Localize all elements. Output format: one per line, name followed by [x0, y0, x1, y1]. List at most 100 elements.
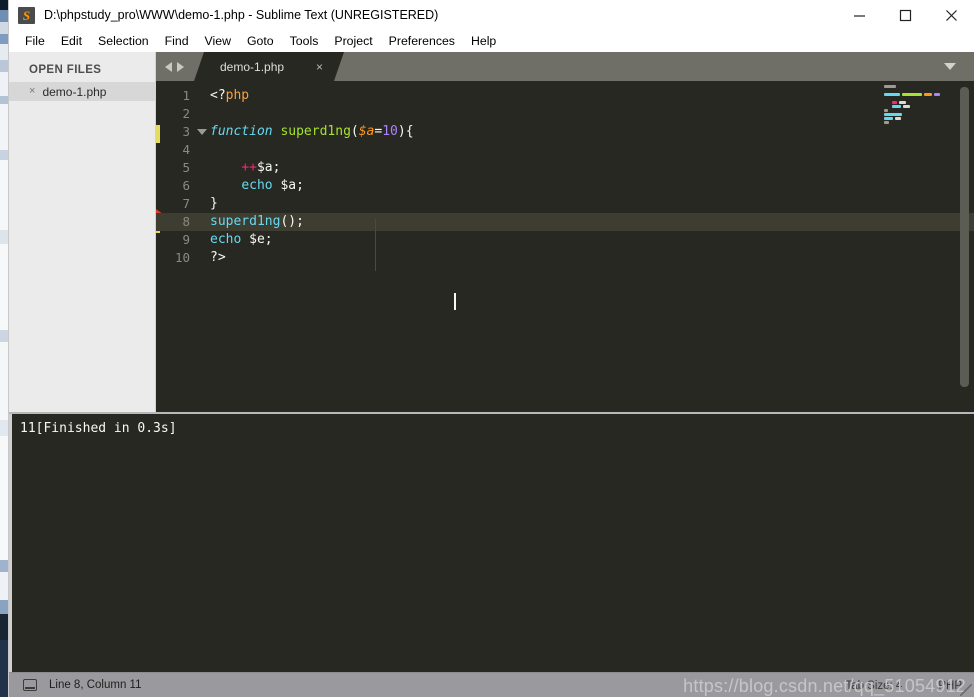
code-text: ++$a;: [210, 159, 280, 177]
menu-item-file[interactable]: File: [17, 32, 53, 50]
fold-toggle-line3[interactable]: [194, 129, 210, 135]
chevron-down-icon[interactable]: [197, 129, 207, 135]
status-bar: Line 8, Column 11 Tab Size: 4 PHP https:…: [9, 672, 974, 697]
code-line-10: 10 ?>: [156, 249, 974, 267]
code-text: echo $e;: [210, 231, 273, 249]
resize-grip[interactable]: [960, 684, 972, 696]
menu-item-project[interactable]: Project: [326, 32, 380, 50]
close-icon[interactable]: [928, 0, 974, 30]
code-text: function superd1ng($a=10){: [210, 123, 414, 141]
code-text: ?>: [210, 249, 226, 267]
line-number: 5: [182, 160, 190, 175]
syntax-label[interactable]: PHP: [938, 680, 962, 692]
token-paren-open: (: [350, 124, 359, 139]
tab-label: demo-1.php: [220, 59, 285, 74]
line-number: 4: [182, 142, 190, 157]
token-paren-close: ): [397, 124, 406, 139]
minimap[interactable]: [878, 85, 956, 412]
line-number: 1: [182, 88, 190, 103]
sidebar-item-label: demo-1.php: [42, 84, 107, 99]
code-text: <?php: [210, 87, 249, 105]
code-line-7: 7 }: [156, 195, 974, 213]
token-param-variable: $a: [358, 124, 375, 139]
token-function-name: superd1ng: [280, 124, 351, 139]
token-php-close: ?>: [210, 250, 226, 265]
build-output-text: 11[Finished in 0.3s]: [20, 421, 177, 436]
token-function-call: superd1ng: [210, 214, 281, 229]
token-brace-close: }: [210, 196, 218, 211]
menu-item-edit[interactable]: Edit: [53, 32, 90, 50]
line-number: 10: [174, 250, 190, 265]
menu-bar: File Edit Selection Find View Goto Tools…: [9, 30, 974, 52]
code-text: }: [210, 195, 218, 213]
token-keyword-function: function: [210, 124, 273, 139]
token-variable: $e;: [241, 232, 273, 247]
code-line-3: 3 function superd1ng($a=10){: [156, 123, 974, 141]
minimize-icon[interactable]: [836, 0, 882, 30]
cursor-position[interactable]: Line 8, Column 11: [49, 679, 141, 691]
arrow-left-icon[interactable]: [165, 61, 172, 72]
text-cursor: [454, 293, 456, 310]
tab-bar: demo-1.php ×: [156, 52, 974, 81]
chevron-down-icon[interactable]: [944, 63, 956, 70]
code-line-5: 5 ++$a;: [156, 159, 974, 177]
line-number: 3: [182, 124, 190, 139]
line-number: 9: [182, 232, 190, 247]
tab-nav-arrows: [156, 52, 194, 81]
token-call-parens: ();: [280, 214, 304, 229]
sidebar: OPEN FILES × demo-1.php: [9, 52, 156, 412]
sidebar-section-open-files: OPEN FILES: [29, 64, 102, 76]
status-right-group: Tab Size: 4 PHP: [845, 673, 962, 698]
sidebar-item-demo-1-php[interactable]: × demo-1.php: [9, 82, 155, 101]
code-lines: 1 <?php 2 3 function superd1ng($a=10){4…: [156, 87, 974, 267]
menu-item-selection[interactable]: Selection: [90, 32, 157, 50]
menu-item-tools[interactable]: Tools: [282, 32, 327, 50]
panel-toggle-icon[interactable]: [23, 679, 37, 691]
line-number: 2: [182, 106, 190, 121]
menu-item-view[interactable]: View: [197, 32, 239, 50]
editor-column: demo-1.php × 1 <?php 2 3 function superd…: [156, 52, 974, 412]
token-php-keyword: php: [225, 88, 250, 103]
token-number: 10: [382, 124, 398, 139]
tab-overflow-menu[interactable]: [936, 52, 964, 81]
main-body: OPEN FILES × demo-1.php demo-1.php × 1 <…: [9, 52, 974, 412]
line-number: 8: [182, 214, 190, 229]
code-line-1: 1 <?php: [156, 87, 974, 105]
title-bar: D:\phpstudy_pro\WWW\demo-1.php - Sublime…: [9, 0, 974, 30]
code-line-6: 6 echo $a;: [156, 177, 974, 195]
token-keyword-echo: echo: [241, 178, 273, 193]
close-icon[interactable]: ×: [316, 60, 323, 74]
menu-item-preferences[interactable]: Preferences: [381, 32, 463, 50]
code-text: superd1ng();: [210, 213, 304, 231]
code-line-8: 8 superd1ng();: [156, 213, 974, 231]
build-output-panel[interactable]: 11[Finished in 0.3s]: [9, 414, 974, 672]
line-number: 7: [182, 196, 190, 211]
menu-item-help[interactable]: Help: [463, 32, 504, 50]
token-brace-open: {: [405, 124, 414, 139]
token-variable: $a;: [256, 160, 281, 175]
token-variable: $a;: [272, 178, 304, 193]
sublime-text-window: D:\phpstudy_pro\WWW\demo-1.php - Sublime…: [8, 0, 974, 697]
code-line-4: 4: [156, 141, 974, 159]
token-keyword-echo: echo: [210, 232, 242, 247]
token-increment-operator: ++: [241, 160, 257, 175]
code-editor[interactable]: 1 <?php 2 3 function superd1ng($a=10){4…: [156, 81, 974, 412]
line-number: 6: [182, 178, 190, 193]
menu-item-goto[interactable]: Goto: [239, 32, 282, 50]
sublime-text-icon: [18, 6, 35, 24]
window-title: D:\phpstudy_pro\WWW\demo-1.php - Sublime…: [44, 8, 439, 22]
tab-size-label[interactable]: Tab Size: 4: [845, 680, 902, 692]
indent-guide: [375, 219, 376, 271]
menu-item-find[interactable]: Find: [157, 32, 197, 50]
code-line-2: 2: [156, 105, 974, 123]
arrow-right-icon[interactable]: [177, 61, 184, 72]
maximize-icon[interactable]: [882, 0, 928, 30]
token-php-open: <?: [210, 88, 226, 103]
close-icon[interactable]: ×: [29, 86, 35, 97]
code-line-9: 9 echo $e;: [156, 231, 974, 249]
window-controls: [836, 0, 974, 30]
editor-vertical-scrollbar[interactable]: [960, 87, 969, 387]
tab-demo-1-php[interactable]: demo-1.php ×: [194, 52, 344, 81]
